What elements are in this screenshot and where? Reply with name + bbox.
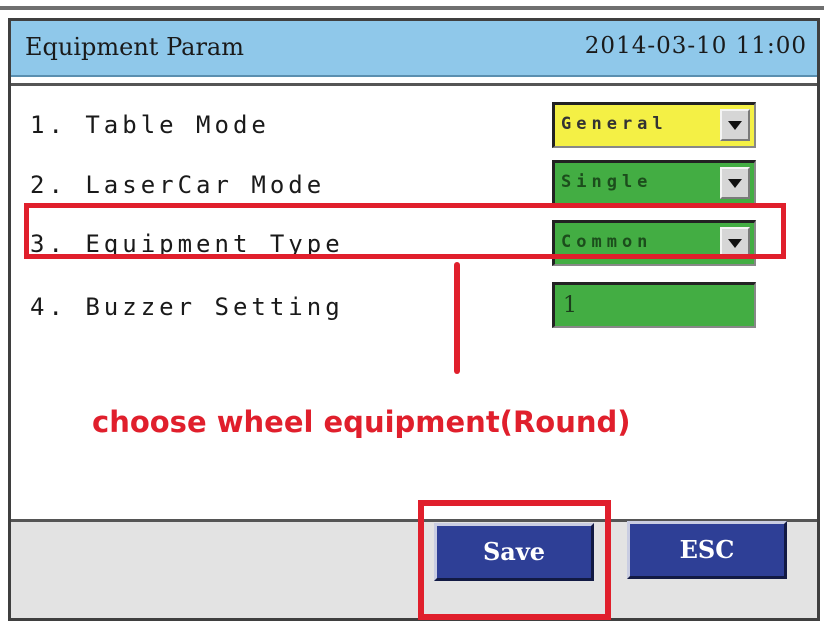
table-mode-value: General xyxy=(561,114,668,134)
title-bar: Equipment Param 2014-03-10 11:00 xyxy=(11,21,817,77)
lasercar-mode-label: 2. LaserCar Mode xyxy=(30,171,326,199)
buzzer-setting-input[interactable]: 1 xyxy=(552,282,756,328)
chevron-down-icon[interactable] xyxy=(720,109,750,141)
table-mode-label: 1. Table Mode xyxy=(30,111,270,139)
esc-button[interactable]: ESC xyxy=(627,521,787,579)
buzzer-setting-value: 1 xyxy=(563,293,577,318)
chevron-down-icon[interactable] xyxy=(720,167,750,199)
annotation-pointer-line xyxy=(454,262,460,374)
datetime: 2014-03-10 11:00 xyxy=(584,33,807,59)
table-mode-dropdown[interactable]: General xyxy=(552,102,756,148)
equipment-type-highlight xyxy=(24,203,786,259)
lasercar-mode-value: Single xyxy=(561,172,653,192)
buzzer-setting-label: 4. Buzzer Setting xyxy=(30,293,344,321)
lasercar-mode-dropdown[interactable]: Single xyxy=(552,160,756,206)
annotation-text: choose wheel equipment(Round) xyxy=(92,405,631,439)
window-title: Equipment Param xyxy=(25,33,244,61)
save-button-highlight xyxy=(418,500,611,620)
top-rule xyxy=(0,6,824,10)
